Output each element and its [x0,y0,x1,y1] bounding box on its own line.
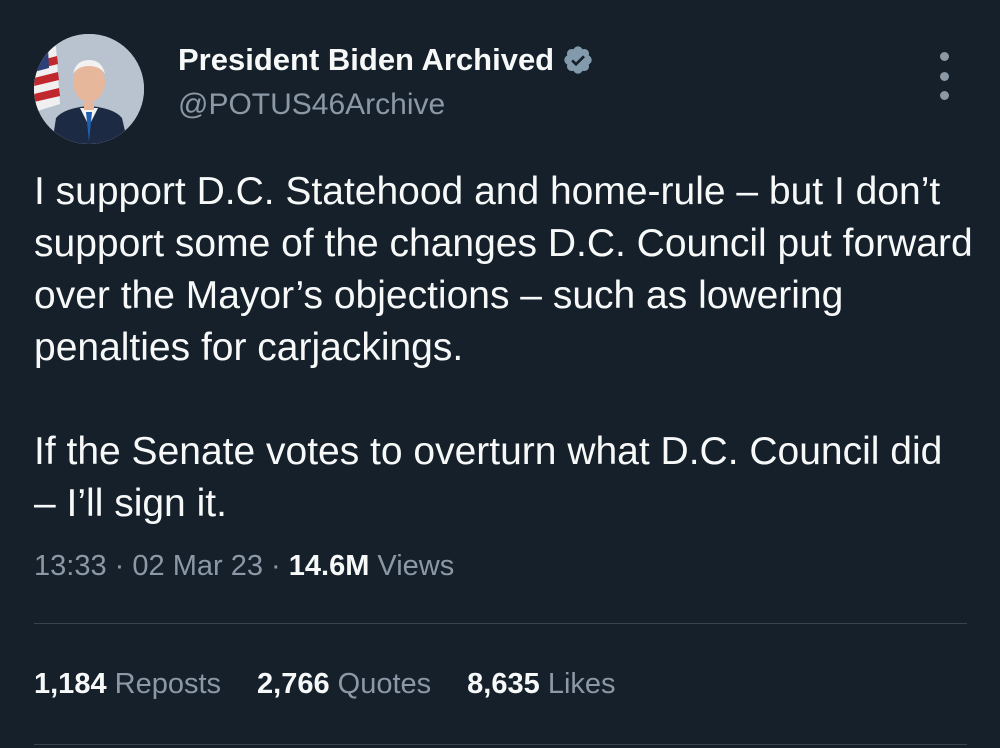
avatar[interactable] [34,34,144,144]
more-dot [939,91,949,100]
meta-separator: · [114,550,125,582]
quotes-stat[interactable]: 2,766 Quotes [257,668,431,701]
quotes-count: 2,766 [257,668,330,700]
tweet-detail: President Biden Archived @POTUS46Archive… [0,0,1000,748]
quotes-label: Quotes [337,668,432,700]
reposts-count: 1,184 [34,668,107,700]
meta-separator: · [271,550,281,582]
author-name-row: President Biden Archived [178,42,594,78]
tweet-text: I support D.C. Statehood and home-rule –… [34,166,974,530]
divider [34,744,967,745]
tweet-paragraph: I support D.C. Statehood and home-rule –… [34,170,973,369]
reposts-label: Reposts [114,668,222,700]
views-count: 14.6M [288,550,370,582]
likes-stat[interactable]: 8,635 Likes [467,668,615,701]
views-label: Views [377,550,455,582]
more-options-icon[interactable] [924,52,964,100]
reposts-stat[interactable]: 1,184 Reposts [34,668,221,701]
more-dot [939,52,949,61]
more-dot [939,71,949,81]
author-display-name[interactable]: President Biden Archived [178,42,554,78]
likes-count: 8,635 [467,668,540,700]
tweet-paragraph: If the Senate votes to overturn what D.C… [34,430,943,525]
tweet-time[interactable]: 13:33 [34,550,107,582]
divider [34,623,967,624]
likes-label: Likes [547,668,616,700]
author-handle[interactable]: @POTUS46Archive [178,88,445,122]
engagement-stats: 1,184 Reposts 2,766 Quotes 8,635 Likes [34,668,616,701]
verified-badge-icon[interactable] [562,44,594,76]
tweet-date[interactable]: 02 Mar 23 [132,550,263,582]
tweet-meta: 13:33 · 02 Mar 23 · 14.6M Views [34,550,454,583]
avatar-image [34,34,144,144]
